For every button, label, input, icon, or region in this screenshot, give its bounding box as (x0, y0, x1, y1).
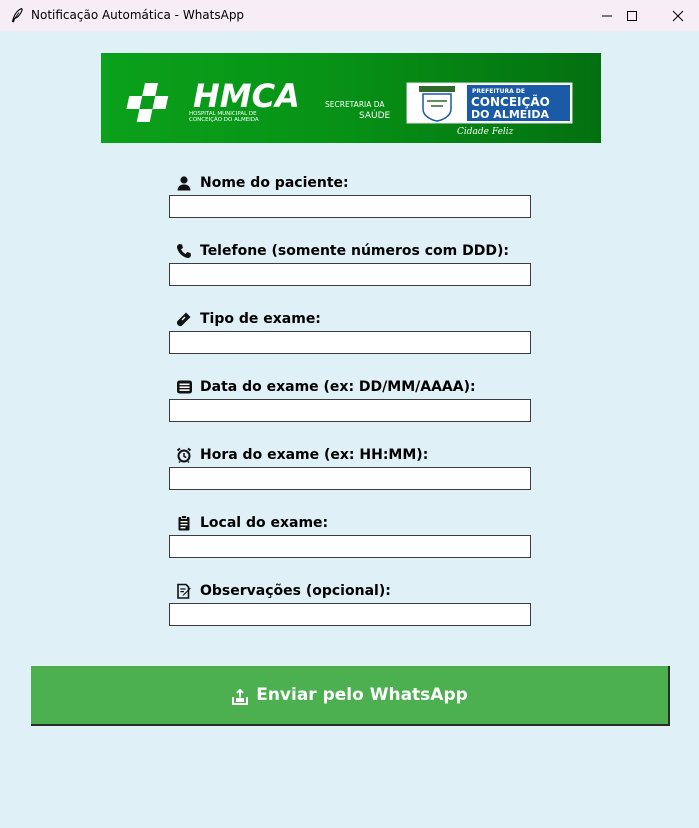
exam-location-input[interactable] (169, 535, 531, 558)
exam-type-label: Tipo de exame: (175, 309, 321, 329)
hospital-subtitle-2: CONCEIÇÃO DO ALMEIDA (189, 116, 259, 123)
exam-location-label-text: Local do exame: (200, 515, 329, 531)
secretaria-line-2: SAÚDE (359, 109, 391, 121)
secretaria-line-1: SECRETARIA DA (325, 100, 385, 109)
close-button[interactable] (655, 0, 699, 31)
patient-name-input[interactable] (169, 195, 531, 218)
feather-icon (11, 7, 23, 23)
person-icon (175, 174, 193, 192)
phone-label: Telefone (somente números com DDD): (175, 241, 509, 261)
banner-artwork: HMCA HOSPITAL MUNICIPAL DE CONCEIÇÃO DO … (126, 77, 573, 137)
notes-input[interactable] (169, 603, 531, 626)
maximize-icon (627, 10, 637, 21)
syringe-icon (175, 310, 193, 328)
phone-label-text: Telefone (somente números com DDD): (200, 243, 509, 259)
window-title: Notificação Automática - WhatsApp (31, 8, 245, 22)
close-icon (672, 10, 684, 21)
header-banner: HMCA HOSPITAL MUNICIPAL DE CONCEIÇÃO DO … (101, 53, 601, 143)
phone-input[interactable] (169, 263, 531, 286)
send-button-label: Enviar pelo WhatsApp (256, 685, 468, 705)
exam-type-label-text: Tipo de exame: (200, 311, 321, 327)
medical-cross-icon (126, 83, 169, 122)
note-edit-icon (175, 582, 193, 600)
clipboard-icon (175, 514, 193, 532)
exam-time-input[interactable] (169, 467, 531, 490)
patient-name-label: Nome do paciente: (175, 173, 349, 193)
title-bar[interactable]: Notificação Automática - WhatsApp (0, 0, 699, 31)
hospital-name: HMCA (193, 77, 300, 115)
notes-label-text: Observações (opcional): (200, 583, 391, 599)
prefeitura-line-2: CONCEIÇÃO (471, 94, 550, 109)
send-whatsapp-button[interactable]: Enviar pelo WhatsApp (31, 666, 670, 726)
exam-date-input[interactable] (169, 399, 531, 422)
exam-date-label-text: Data do exame (ex: DD/MM/AAAA): (200, 379, 476, 395)
patient-name-label-text: Nome do paciente: (200, 175, 349, 191)
send-outbox-icon (232, 688, 249, 705)
prefeitura-line-3: DO ALMEIDA (471, 108, 550, 121)
phone-icon (175, 242, 193, 260)
exam-time-label-text: Hora do exame (ex: HH:MM): (200, 447, 429, 463)
calendar-list-icon (175, 378, 193, 396)
slogan-text: Cidade Feliz (457, 127, 514, 137)
exam-time-label: Hora do exame (ex: HH:MM): (175, 445, 428, 465)
maximize-button[interactable] (609, 0, 655, 31)
exam-type-input[interactable] (169, 331, 531, 354)
prefeitura-line-1: PREFEITURA DE (472, 88, 525, 95)
notes-label: Observações (opcional): (175, 581, 391, 601)
app-window: Notificação Automática - WhatsApp HMCA H… (0, 0, 699, 828)
exam-date-label: Data do exame (ex: DD/MM/AAAA): (175, 377, 476, 397)
exam-location-label: Local do exame: (175, 513, 328, 533)
alarm-clock-icon (175, 446, 193, 464)
